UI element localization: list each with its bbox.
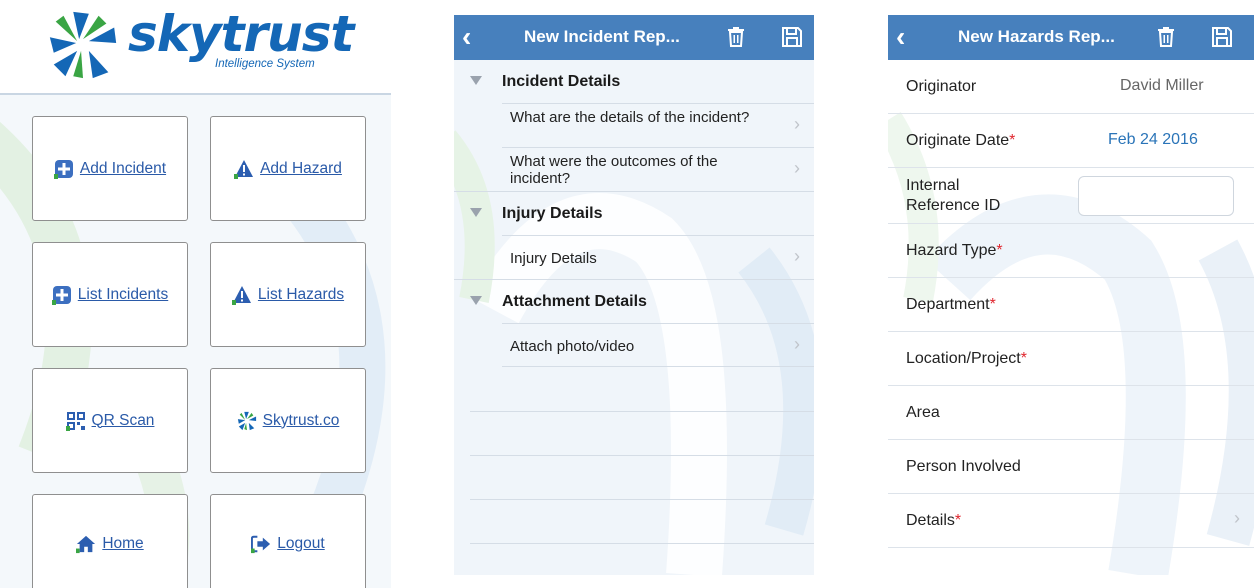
field-label: Internal Reference ID [906, 177, 1001, 214]
chevron-right-icon: › [794, 334, 800, 354]
tile-label: List Hazards [257, 285, 345, 303]
logo-header: skytrust Intelligence System [0, 0, 391, 93]
home-menu-screen: skytrust Intelligence System Add Inciden… [0, 0, 391, 588]
list-hazards-tile[interactable]: List Hazards [210, 242, 366, 347]
field-originator: Originator David Miller [888, 60, 1254, 114]
field-hazard-type[interactable]: Hazard Type* [888, 224, 1254, 278]
tile-label: Home [102, 535, 144, 552]
field-location-project[interactable]: Location/Project* [888, 332, 1254, 386]
trash-icon[interactable] [724, 25, 748, 49]
chevron-right-icon: › [1234, 508, 1240, 528]
hazard-report-screen: ‹ New Hazards Rep... Originator David Mi… [888, 15, 1254, 575]
required-marker: * [1020, 350, 1027, 367]
logout-icon [251, 534, 271, 554]
field-label-wrap: Hazard Type* [906, 241, 1003, 261]
field-label-wrap: Department* [906, 295, 996, 315]
required-marker: * [996, 242, 1003, 259]
list-incidents-tile[interactable]: List Incidents [32, 242, 188, 347]
row-label: Injury Details [510, 250, 597, 267]
field-label: Area [906, 404, 940, 421]
chevron-right-icon: › [794, 158, 800, 178]
add-incident-tile[interactable]: Add Incident [32, 116, 188, 221]
field-internal-reference-id: Internal Reference ID [888, 168, 1254, 224]
section-attachment-details[interactable]: Attachment Details [454, 279, 814, 323]
chevron-right-icon: › [794, 114, 800, 134]
save-icon[interactable] [1210, 25, 1234, 49]
screen-title: New Hazards Rep... [958, 27, 1115, 46]
warning-icon [231, 285, 252, 305]
field-label: Department [906, 296, 990, 313]
skytrust-website-tile[interactable]: Skytrust.co [210, 368, 366, 473]
row-label: What were the outcomes of the incident? [510, 153, 718, 187]
field-label: Location/Project [906, 350, 1021, 367]
collapse-triangle-icon [470, 208, 482, 217]
qr-code-icon [65, 411, 86, 431]
section-incident-details[interactable]: Incident Details [454, 60, 814, 104]
plus-icon [51, 285, 72, 305]
screen-title: New Incident Rep... [524, 27, 680, 46]
field-label: Person Involved [906, 458, 1021, 475]
home-icon [76, 534, 96, 554]
warning-icon [234, 159, 254, 179]
field-label-wrap: Details* [906, 511, 961, 531]
field-label: Originate Date [906, 132, 1010, 149]
row-label: Attach photo/video [510, 338, 635, 355]
internal-reference-input[interactable] [1078, 176, 1234, 216]
incident-navbar: ‹ New Incident Rep... [454, 15, 814, 60]
qr-scan-tile[interactable]: QR Scan [32, 368, 188, 473]
trash-icon[interactable] [1154, 25, 1178, 49]
field-area[interactable]: Area [888, 386, 1254, 440]
logo-wordmark: skytrust [128, 5, 354, 63]
originator-value: David Miller [1120, 77, 1204, 94]
originate-date-value[interactable]: Feb 24 2016 [1108, 131, 1198, 149]
collapse-triangle-icon [470, 76, 482, 85]
tile-label: Add Hazard [260, 159, 342, 177]
back-button[interactable]: ‹ [896, 22, 905, 52]
tile-label: Skytrust.co [262, 411, 340, 429]
row-label: What are the details of the incident? [510, 109, 750, 126]
row-incident-details-question[interactable]: What are the details of the incident? › [502, 103, 814, 147]
plus-icon [53, 159, 74, 179]
logo-tagline: Intelligence System [215, 58, 315, 70]
tile-label: Add Incident [79, 159, 167, 177]
empty-row-divider [470, 543, 814, 544]
tile-label: List Incidents [77, 285, 169, 303]
empty-row-divider [470, 411, 814, 412]
back-button[interactable]: ‹ [462, 22, 471, 52]
field-originate-date[interactable]: Originate Date* Feb 24 2016 [888, 114, 1254, 168]
empty-row-divider [470, 499, 814, 500]
field-label-wrap: Originate Date* [906, 131, 1015, 151]
collapse-triangle-icon [470, 296, 482, 305]
field-department[interactable]: Department* [888, 278, 1254, 332]
hazard-navbar: ‹ New Hazards Rep... [888, 15, 1254, 60]
logout-tile[interactable]: Logout [210, 494, 366, 588]
field-label: Originator [906, 78, 977, 95]
section-title: Injury Details [502, 204, 603, 222]
home-tile[interactable]: Home [32, 494, 188, 588]
tile-label: Logout [277, 535, 325, 552]
tile-label: QR Scan [91, 411, 155, 429]
field-details[interactable]: Details* › [888, 494, 1254, 548]
required-marker: * [989, 296, 996, 313]
field-label: Hazard Type [906, 242, 997, 259]
save-icon[interactable] [780, 25, 804, 49]
section-title: Incident Details [502, 73, 621, 90]
row-attach-photo-video[interactable]: Attach photo/video › [502, 323, 814, 367]
row-injury-details[interactable]: Injury Details › [502, 235, 814, 279]
section-injury-details[interactable]: Injury Details [454, 191, 814, 235]
empty-row-divider [470, 455, 814, 456]
skytrust-logo-icon [237, 411, 257, 431]
required-marker: * [954, 512, 962, 529]
skytrust-logo-icon [49, 11, 117, 79]
field-person-involved[interactable]: Person Involved [888, 440, 1254, 494]
field-label-wrap: Location/Project* [906, 349, 1027, 369]
add-hazard-tile[interactable]: Add Hazard [210, 116, 366, 221]
incident-report-screen: ‹ New Incident Rep... Incident Details W… [454, 15, 814, 575]
field-label: Details [906, 512, 955, 529]
required-marker: * [1009, 132, 1016, 149]
chevron-right-icon: › [794, 246, 800, 266]
section-title: Attachment Details [502, 292, 647, 310]
row-incident-outcomes-question[interactable]: What were the outcomes of the incident? … [502, 147, 814, 191]
